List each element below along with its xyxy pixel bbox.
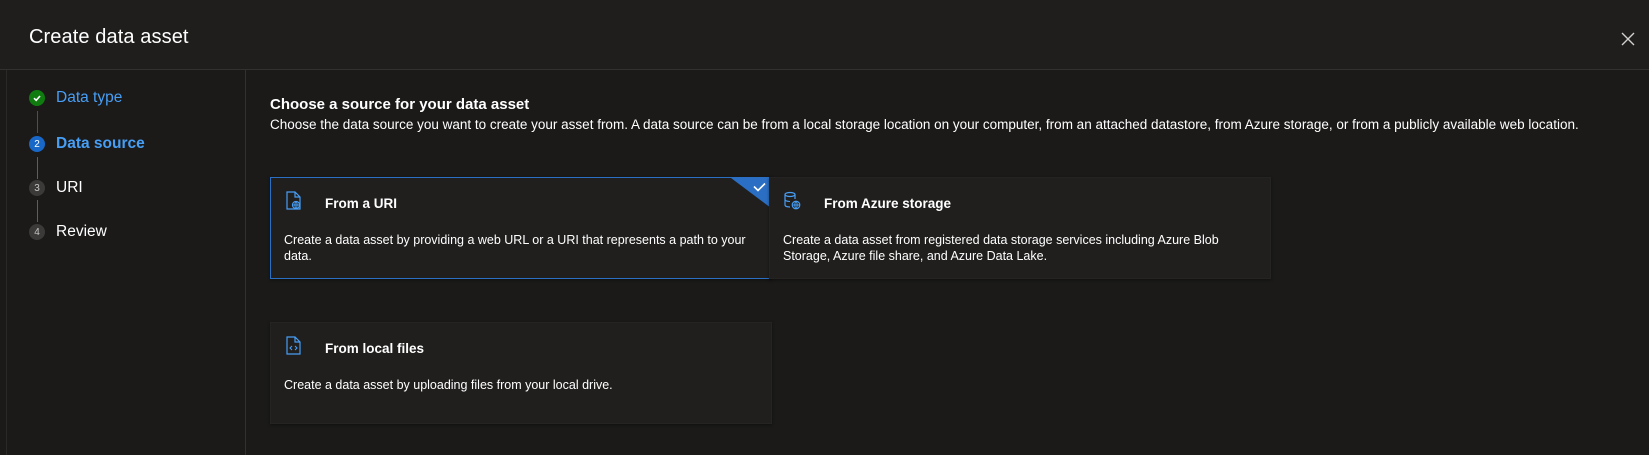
close-icon: [1621, 32, 1635, 46]
dialog-title: Create data asset: [29, 26, 189, 48]
step-connector: [37, 200, 38, 222]
close-button[interactable]: [1617, 28, 1639, 50]
option-card-from-uri[interactable]: From a URI Create a data asset by provid…: [270, 177, 772, 279]
section-description: Choose the data source you want to creat…: [270, 117, 1579, 132]
step-number: 3: [29, 180, 45, 196]
wizard-steps-nav: Data type 2 Data source 3 URI 4 Review: [6, 70, 246, 455]
selected-checkmark-icon: [731, 178, 771, 208]
option-card-from-local-files[interactable]: From local files Create a data asset by …: [270, 322, 772, 424]
section-heading: Choose a source for your data asset: [270, 96, 530, 113]
step-label: Data type: [56, 89, 123, 106]
step-label: Data source: [56, 135, 145, 152]
database-storage-icon: [784, 191, 801, 210]
option-title: From local files: [325, 341, 425, 356]
step-number: 4: [29, 224, 45, 240]
create-data-asset-dialog: Create data asset Data type 2 Data sourc…: [0, 0, 1649, 455]
option-description: Create a data asset from registered data…: [783, 233, 1219, 263]
option-description: Create a data asset by providing a web U…: [284, 233, 746, 263]
step-connector: [37, 111, 38, 133]
option-card-from-azure-storage[interactable]: From Azure storage Create a data asset f…: [769, 177, 1271, 279]
step-review[interactable]: 4 Review: [29, 220, 107, 244]
step-data-source[interactable]: 2 Data source: [29, 132, 145, 156]
step-label: Review: [56, 223, 107, 240]
checkmark-icon: [29, 90, 45, 106]
step-label: URI: [56, 179, 83, 196]
option-title: From Azure storage: [824, 196, 952, 211]
step-uri[interactable]: 3 URI: [29, 176, 83, 200]
option-title: From a URI: [325, 196, 398, 211]
code-file-icon: [286, 336, 301, 355]
option-description: Create a data asset by uploading files f…: [284, 378, 613, 392]
step-data-type[interactable]: Data type: [29, 86, 122, 110]
step-number: 2: [29, 136, 45, 152]
uri-file-icon: [286, 191, 301, 210]
dialog-header: Create data asset: [0, 0, 1649, 70]
